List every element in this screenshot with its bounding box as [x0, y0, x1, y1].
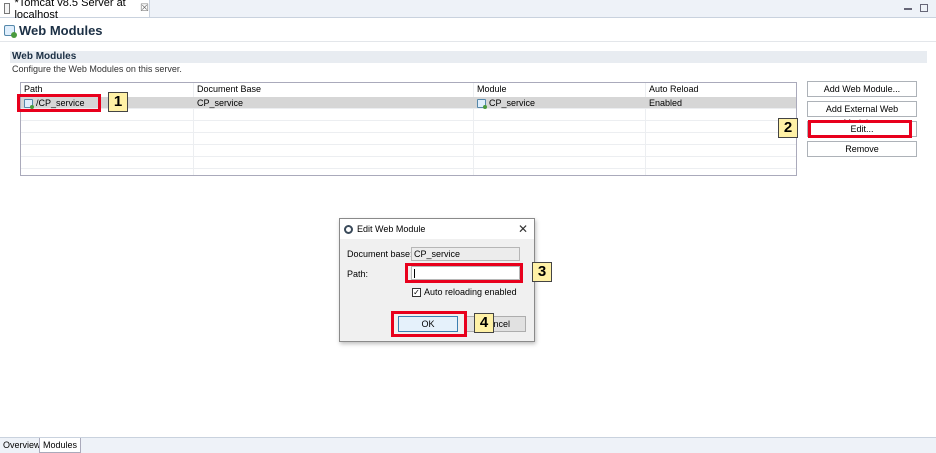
highlight-ok-button: [391, 311, 467, 337]
column-header-document-base[interactable]: Document Base: [194, 83, 261, 97]
table-row-empty: [21, 145, 796, 157]
auto-reloading-checkbox[interactable]: ✓ Auto reloading enabled: [412, 287, 517, 297]
step-badge-1: 1: [108, 92, 128, 112]
table-row-empty: [21, 133, 796, 145]
document-base-label: Document base:: [347, 249, 413, 259]
eclipse-icon: [344, 224, 353, 234]
column-header-auto-reload[interactable]: Auto Reload: [646, 83, 699, 97]
remove-button[interactable]: Remove: [807, 141, 917, 157]
step-badge-4: 4: [474, 313, 494, 333]
window-controls: [904, 2, 928, 12]
tab-overview[interactable]: Overview: [0, 438, 44, 453]
editor-tab-title: *Tomcat v8.5 Server at localhost: [14, 0, 126, 21]
highlight-path-input: [405, 263, 523, 283]
page-title: Web Modules: [19, 22, 103, 38]
module-value: CP_service: [489, 97, 536, 108]
table-row-empty: [21, 109, 796, 121]
close-tab-icon[interactable]: ☒: [140, 3, 149, 14]
web-module-icon: [4, 24, 17, 38]
file-icon: [4, 3, 11, 14]
dialog-close-icon[interactable]: ✕: [518, 222, 528, 236]
column-header-module[interactable]: Module: [474, 83, 507, 97]
dialog-title-bar: Edit Web Module ✕: [340, 219, 534, 239]
checkbox-checked-icon[interactable]: ✓: [412, 287, 421, 297]
table-row-empty: [21, 157, 796, 169]
section-title: Web Modules: [10, 51, 927, 63]
web-modules-table[interactable]: Path Document Base Module Auto Reload /C…: [20, 82, 797, 176]
header-divider: [0, 41, 936, 42]
page-header: Web Modules: [4, 22, 103, 38]
step-badge-2: 2: [778, 118, 798, 138]
add-external-web-module-button[interactable]: Add External Web Module...: [807, 101, 917, 128]
table-row-empty: [21, 121, 796, 133]
maximize-icon[interactable]: [920, 4, 928, 12]
auto-reload-cell: Enabled: [649, 97, 683, 108]
table-row[interactable]: /CP_service CP_service CP_service Enable…: [21, 97, 796, 109]
step-badge-3: 3: [532, 262, 552, 282]
table-header: Path Document Base Module Auto Reload: [21, 83, 796, 97]
editor-tab-bar: *Tomcat v8.5 Server at localhost ☒: [0, 0, 936, 21]
auto-reloading-label: Auto reloading enabled: [424, 287, 517, 297]
module-cell: CP_service: [474, 97, 535, 109]
path-label: Path:: [347, 269, 369, 279]
minimize-icon[interactable]: [904, 8, 912, 10]
highlight-edit-button: [808, 120, 912, 138]
tab-modules[interactable]: Modules: [39, 438, 82, 453]
dialog-title: Edit Web Module: [357, 224, 426, 234]
highlight-path-row: [17, 94, 101, 112]
editor-tab[interactable]: *Tomcat v8.5 Server at localhost ☒: [0, 0, 150, 21]
web-module-icon: [477, 98, 487, 109]
section-description: Configure the Web Modules on this server…: [12, 64, 182, 74]
bottom-tab-bar: Overview Modules: [0, 437, 936, 453]
document-base-cell: CP_service: [197, 97, 244, 108]
add-web-module-button[interactable]: Add Web Module...: [807, 81, 917, 97]
document-base-field: CP_service: [411, 247, 520, 261]
